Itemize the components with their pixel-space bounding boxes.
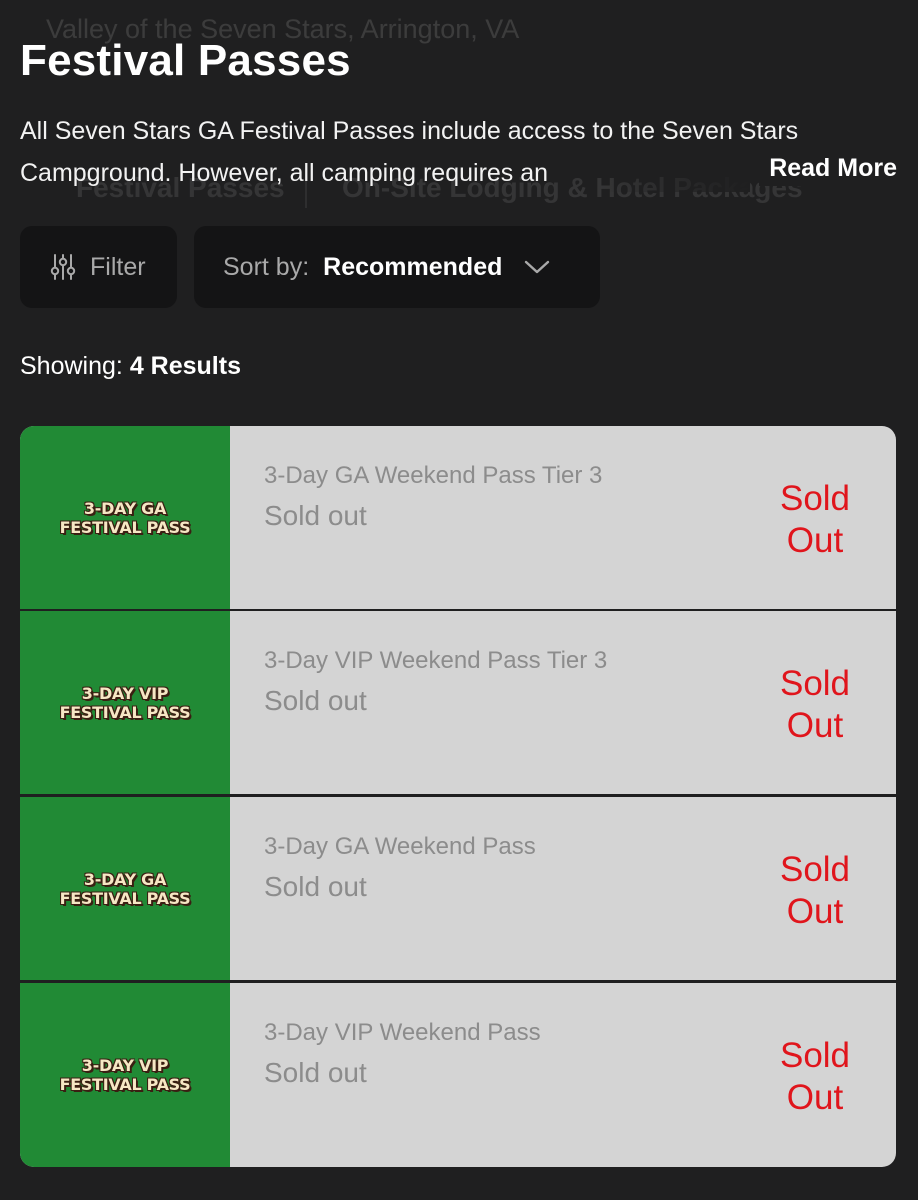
thumbnail-line-2: FESTIVAL PASS: [59, 1075, 191, 1094]
sold-out-line-1: Sold: [779, 850, 851, 889]
pass-status: Sold out: [264, 1057, 367, 1088]
sliders-icon: [48, 252, 78, 282]
results-count: Showing: 4 Results: [20, 352, 241, 381]
pass-list-item[interactable]: 3-DAY VIP FESTIVAL PASS 3-Day VIP Weeken…: [20, 611, 896, 794]
pass-list-item[interactable]: 3-DAY GA FESTIVAL PASS 3-Day GA Weekend …: [20, 426, 896, 609]
thumbnail-line-2: FESTIVAL PASS: [59, 702, 191, 722]
pass-thumbnail: 3-DAY VIP FESTIVAL PASS: [20, 611, 230, 794]
sort-value: Recommended: [323, 252, 503, 281]
chevron-down-icon: [524, 259, 550, 275]
pass-thumbnail-label: 3-DAY VIP FESTIVAL PASS: [60, 1056, 191, 1094]
pass-thumbnail: 3-DAY GA FESTIVAL PASS: [20, 426, 230, 609]
pass-list-item[interactable]: 3-DAY VIP FESTIVAL PASS 3-Day VIP Weeken…: [20, 983, 896, 1167]
filter-button[interactable]: Filter: [20, 226, 177, 308]
read-more-link[interactable]: Read More: [759, 150, 897, 186]
festival-passes-page: Valley of the Seven Stars, Arrington, VA…: [0, 0, 918, 1200]
filter-label: Filter: [90, 252, 146, 281]
pass-name: 3-Day GA Weekend Pass: [264, 833, 536, 860]
pass-thumbnail-label: 3-DAY GA FESTIVAL PASS: [60, 499, 191, 537]
description-fade: [600, 150, 750, 192]
pass-thumbnail-label: 3-DAY VIP FESTIVAL PASS: [60, 684, 191, 722]
pass-name: 3-Day VIP Weekend Pass: [264, 1019, 541, 1046]
sold-out-line-2: Out: [786, 521, 844, 560]
results-prefix: Showing:: [20, 352, 123, 380]
pass-status: Sold out: [264, 685, 367, 716]
thumbnail-line-1: 3-DAY VIP: [81, 683, 169, 703]
sold-out-line-1: Sold: [779, 479, 851, 518]
thumbnail-line-1: 3-DAY VIP: [81, 1056, 169, 1075]
sort-dropdown[interactable]: Sort by: Recommended: [194, 226, 600, 308]
sold-out-line-2: Out: [786, 1078, 844, 1117]
sold-out-line-2: Out: [786, 892, 844, 931]
page-title: Festival Passes: [20, 36, 351, 85]
pass-status: Sold out: [264, 500, 367, 531]
pass-name: 3-Day GA Weekend Pass Tier 3: [264, 462, 603, 489]
results-count-value: 4 Results: [129, 352, 241, 380]
pass-thumbnail: 3-DAY GA FESTIVAL PASS: [20, 797, 230, 980]
sold-out-badge: Sold Out: [760, 478, 870, 562]
thumbnail-line-2: FESTIVAL PASS: [59, 888, 191, 908]
sold-out-badge: Sold Out: [760, 663, 870, 747]
pass-status: Sold out: [264, 871, 367, 902]
sold-out-line-2: Out: [786, 706, 844, 745]
thumbnail-line-2: FESTIVAL PASS: [59, 517, 191, 537]
sold-out-badge: Sold Out: [760, 849, 870, 933]
pass-list: 3-DAY GA FESTIVAL PASS 3-Day GA Weekend …: [20, 426, 896, 1167]
pass-thumbnail: 3-DAY VIP FESTIVAL PASS: [20, 983, 230, 1167]
sold-out-line-1: Sold: [779, 664, 851, 703]
sold-out-line-1: Sold: [779, 1036, 851, 1075]
pass-name: 3-Day VIP Weekend Pass Tier 3: [264, 647, 608, 674]
sold-out-badge: Sold Out: [760, 1035, 870, 1119]
pass-list-item[interactable]: 3-DAY GA FESTIVAL PASS 3-Day GA Weekend …: [20, 797, 896, 980]
pass-thumbnail-label: 3-DAY GA FESTIVAL PASS: [60, 870, 191, 908]
thumbnail-line-1: 3-DAY GA: [83, 498, 167, 518]
thumbnail-line-1: 3-DAY GA: [83, 869, 167, 889]
sort-label: Sort by:: [223, 252, 310, 281]
